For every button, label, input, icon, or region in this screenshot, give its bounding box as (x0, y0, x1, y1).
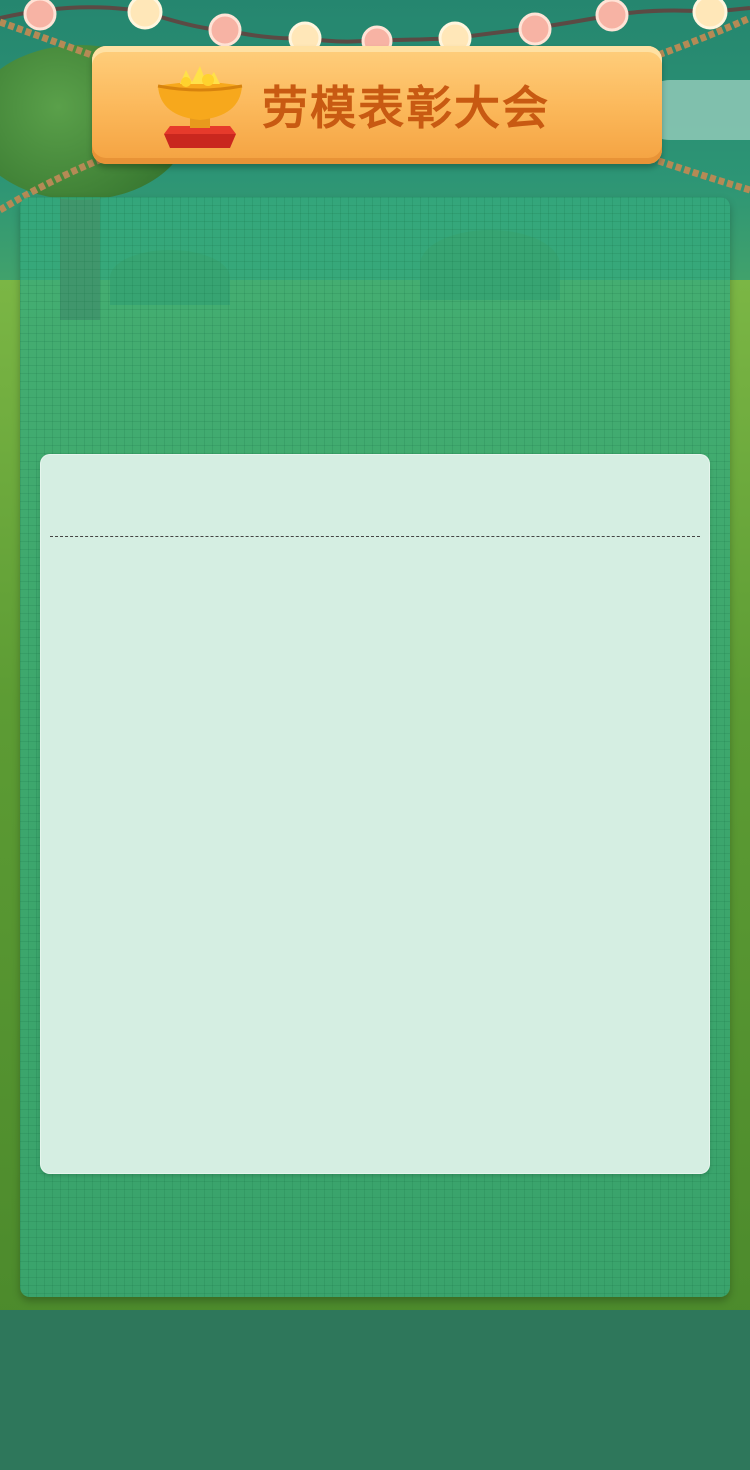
trophy-icon (157, 66, 243, 148)
bottom-ground (0, 1310, 750, 1470)
right-bottom-rope (648, 154, 750, 194)
content-card (40, 454, 710, 1174)
page-title: 劳模表彰大会 (262, 81, 550, 135)
left-top-rope (0, 18, 102, 62)
dashed-divider (50, 536, 700, 537)
